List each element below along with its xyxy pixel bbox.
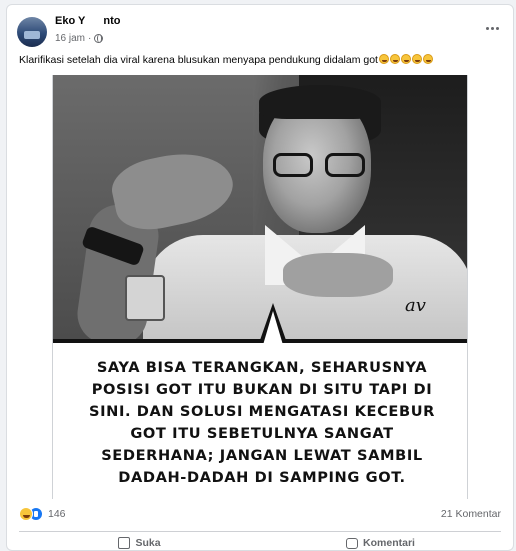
globe-icon bbox=[94, 34, 104, 43]
meme-quote: Saya bisa terangkan, seharusnya posisi g… bbox=[67, 357, 457, 489]
name-mask bbox=[85, 17, 104, 26]
comment-label: Komentari bbox=[363, 537, 415, 549]
laughing-emoji-icon bbox=[411, 54, 422, 64]
quote-line: posisi got itu bukan di situ tapi di bbox=[91, 381, 433, 398]
haha-reaction-icon bbox=[19, 507, 33, 521]
reaction-count: 146 bbox=[48, 508, 66, 520]
divider bbox=[19, 531, 501, 532]
post-card: Eko Y nto 16 jam · Klarifikasi setelah di… bbox=[6, 4, 514, 551]
laughing-emoji-icon bbox=[389, 54, 400, 64]
quote-line: sederhana; jangan lewat sambil bbox=[101, 447, 423, 464]
post-actions: Suka Komentari bbox=[19, 534, 501, 550]
reactions-summary[interactable]: 146 bbox=[19, 507, 66, 521]
thumbs-up-icon bbox=[118, 537, 131, 549]
author-name-end: nto bbox=[103, 15, 121, 27]
more-options-button[interactable] bbox=[481, 21, 503, 35]
author-name[interactable]: Eko Y nto bbox=[55, 15, 120, 27]
quote-line: dadah-dadah di samping got. bbox=[118, 469, 406, 486]
dot-icon bbox=[485, 26, 489, 30]
author-name-start: Eko Y bbox=[55, 15, 86, 27]
quote-line: Saya bisa terangkan, seharusnya bbox=[96, 359, 428, 376]
post-image-area[interactable]: av Saya bisa terangkan, seharusnya posis… bbox=[7, 75, 513, 499]
comment-icon bbox=[346, 537, 359, 549]
quote-line: sini. Dan solusi mengatasi kecebur bbox=[88, 403, 436, 420]
post-header: Eko Y nto 16 jam · bbox=[17, 13, 503, 49]
laughing-emoji-icon bbox=[400, 54, 411, 64]
shirt-badge bbox=[125, 275, 165, 321]
comment-button[interactable]: Komentari bbox=[260, 534, 501, 550]
lower-hand bbox=[283, 253, 393, 297]
avatar[interactable] bbox=[17, 17, 47, 47]
speech-bubble: Saya bisa terangkan, seharusnya posisi g… bbox=[53, 339, 467, 499]
separator-dot: · bbox=[88, 33, 92, 44]
artist-signature: av bbox=[405, 295, 426, 316]
laughing-emoji-icon bbox=[378, 54, 389, 64]
dot-icon bbox=[495, 26, 499, 30]
like-button[interactable]: Suka bbox=[19, 534, 260, 550]
post-caption: Klarifikasi setelah dia viral karena blu… bbox=[19, 54, 505, 66]
post-meta: 16 jam · bbox=[55, 33, 104, 44]
comments-count-link[interactable]: 21 Komentar bbox=[441, 508, 501, 520]
glasses-icon bbox=[273, 153, 371, 179]
dot-icon bbox=[490, 26, 494, 30]
post-stats: 146 21 Komentar bbox=[19, 507, 501, 523]
meme-image[interactable]: av Saya bisa terangkan, seharusnya posis… bbox=[52, 75, 468, 499]
like-label: Suka bbox=[135, 537, 161, 549]
quote-line: got itu sebetulnya sangat bbox=[130, 425, 394, 442]
photo-illustration: av bbox=[53, 75, 467, 350]
caption-text: Klarifikasi setelah dia viral karena blu… bbox=[19, 54, 378, 66]
laughing-emoji-icon bbox=[422, 54, 433, 64]
post-time[interactable]: 16 jam bbox=[55, 33, 85, 44]
